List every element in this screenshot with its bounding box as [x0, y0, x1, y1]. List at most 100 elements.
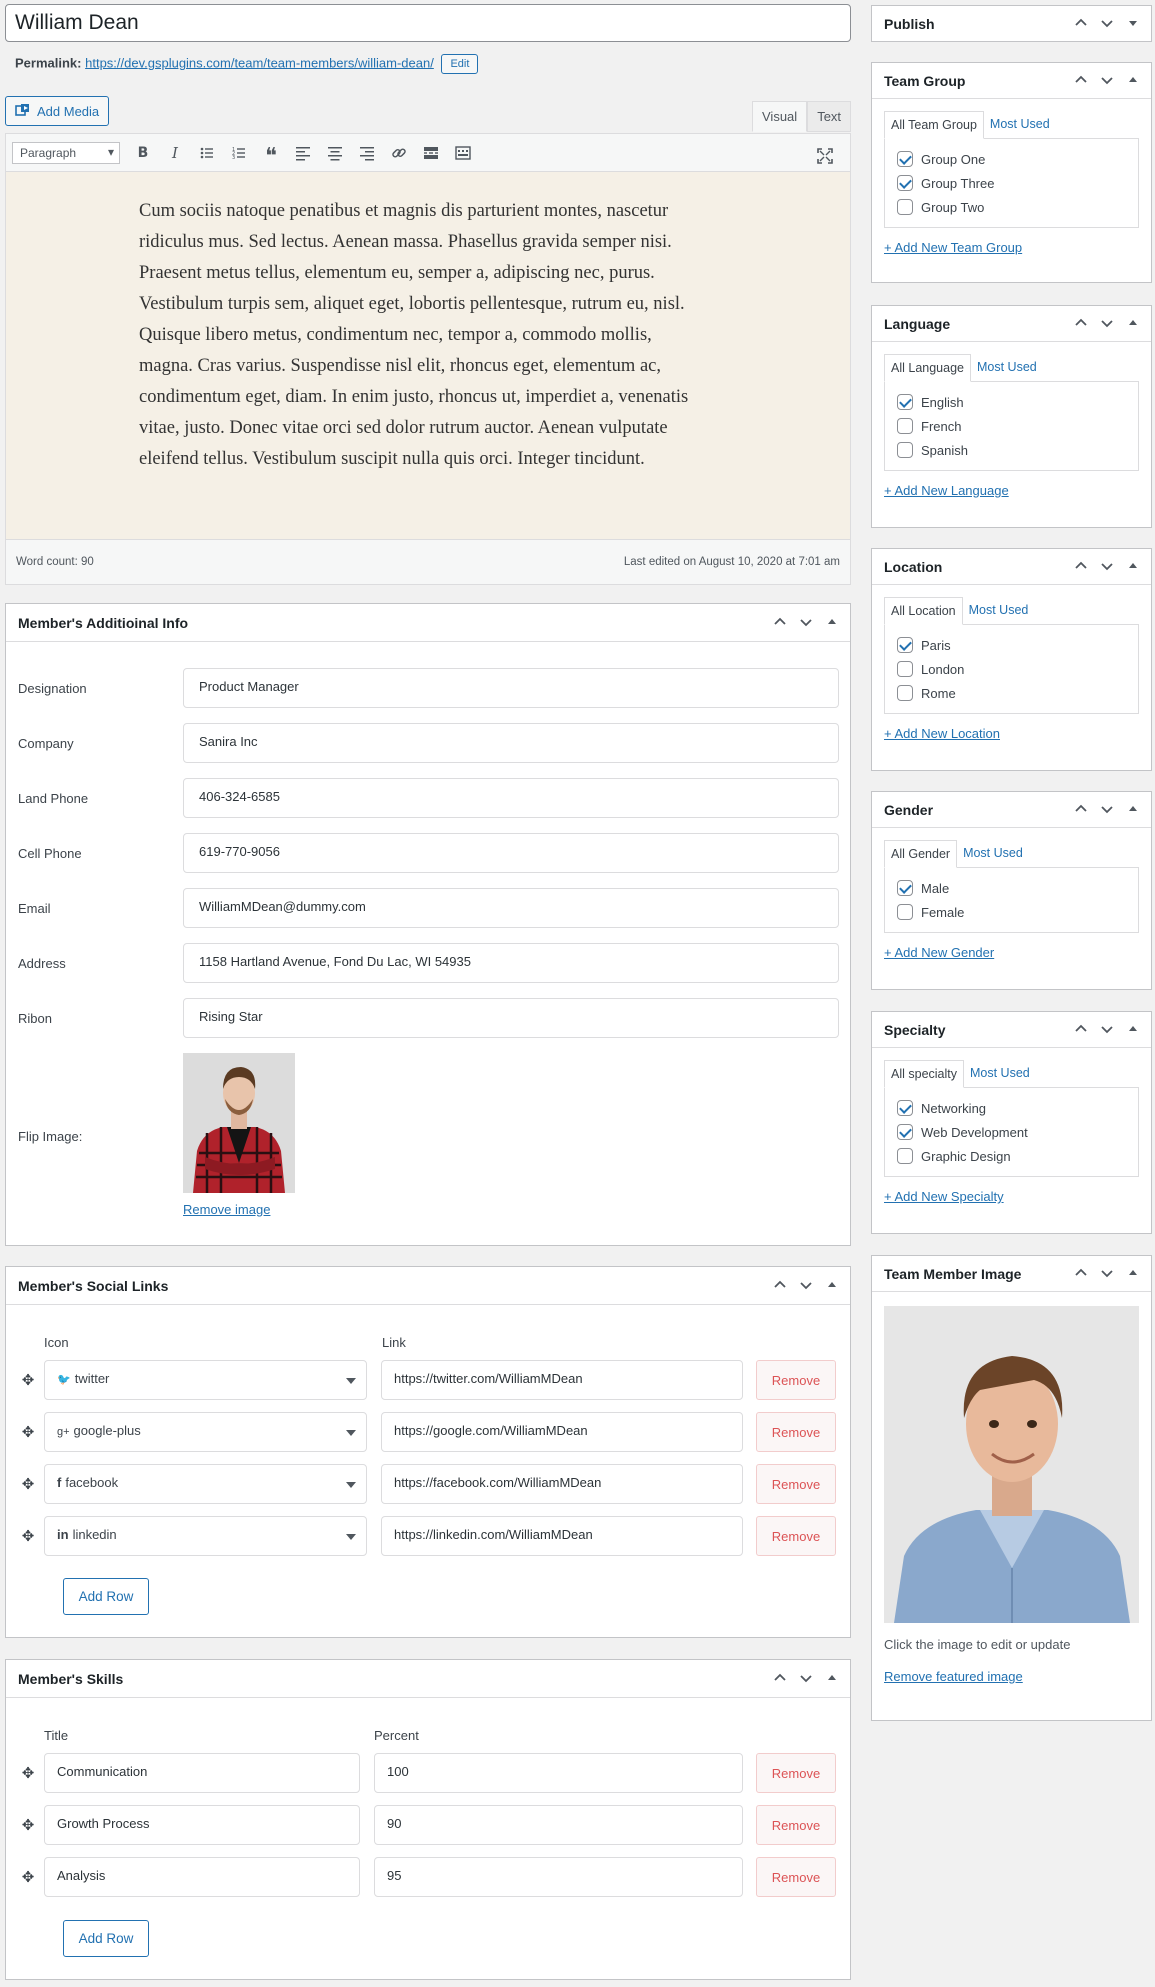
featured-image-header[interactable]: Team Member Image	[872, 1256, 1151, 1292]
ribon-input[interactable]: Rising Star	[183, 998, 839, 1038]
align-right-icon[interactable]	[352, 139, 382, 167]
expand-toggle-icon[interactable]	[1123, 13, 1143, 33]
social-icon-select[interactable]: f facebook	[44, 1464, 367, 1504]
language-header[interactable]: Language	[872, 306, 1151, 342]
add-skill-row-button[interactable]: Add Row	[63, 1920, 149, 1957]
drag-handle-icon[interactable]: ✥	[20, 1869, 36, 1886]
social-link-input[interactable]: https://linkedin.com/WilliamMDean	[381, 1516, 743, 1556]
skills-header[interactable]: Member's Skills	[6, 1660, 850, 1698]
add-social-row-button[interactable]: Add Row	[63, 1578, 149, 1615]
fullscreen-icon[interactable]	[810, 142, 840, 170]
editor-content[interactable]: Cum sociis natoque penatibus et magnis d…	[6, 172, 850, 539]
drag-handle-icon[interactable]: ✥	[20, 1528, 36, 1545]
checklist-item[interactable]: Graphic Design	[897, 1144, 1126, 1168]
designation-input[interactable]: Product Manager	[183, 668, 839, 708]
skill-title-input[interactable]: Analysis	[44, 1857, 360, 1897]
drag-handle-icon[interactable]: ✥	[20, 1817, 36, 1834]
move-up-icon[interactable]	[1071, 556, 1091, 576]
drag-handle-icon[interactable]: ✥	[20, 1424, 36, 1441]
checklist-item[interactable]: Group Two	[897, 195, 1126, 219]
move-down-icon[interactable]	[1097, 556, 1117, 576]
checklist-item[interactable]: English	[897, 390, 1126, 414]
location-header[interactable]: Location	[872, 549, 1151, 585]
move-down-icon[interactable]	[1097, 313, 1117, 333]
collapse-toggle-icon[interactable]	[1123, 1019, 1143, 1039]
collapse-toggle-icon[interactable]	[1123, 70, 1143, 90]
checklist-item[interactable]: Group One	[897, 147, 1126, 171]
drag-handle-icon[interactable]: ✥	[20, 1765, 36, 1782]
collapse-toggle-icon[interactable]	[822, 1668, 842, 1688]
remove-skill-row-button[interactable]: Remove	[756, 1805, 836, 1845]
company-input[interactable]: Sanira Inc	[183, 723, 839, 763]
checkbox[interactable]	[897, 418, 913, 434]
collapse-toggle-icon[interactable]	[1123, 799, 1143, 819]
remove-social-row-button[interactable]: Remove	[756, 1516, 836, 1556]
format-select[interactable]: Paragraph	[12, 141, 120, 164]
collapse-toggle-icon[interactable]	[1123, 313, 1143, 333]
remove-skill-row-button[interactable]: Remove	[756, 1857, 836, 1897]
checkbox[interactable]	[897, 175, 913, 191]
checklist-item[interactable]: Rome	[897, 681, 1126, 705]
checkbox[interactable]	[897, 151, 913, 167]
add-media-button[interactable]: Add Media	[5, 96, 110, 126]
remove-flip-image-link[interactable]: Remove image	[183, 1202, 270, 1217]
address-input[interactable]: 1158 Hartland Avenue, Fond Du Lac, WI 54…	[183, 943, 839, 983]
checkbox[interactable]	[897, 1148, 913, 1164]
move-up-icon[interactable]	[770, 612, 790, 632]
checkbox[interactable]	[897, 1100, 913, 1116]
tab-all-specialty[interactable]: All specialty	[884, 1060, 964, 1088]
move-up-icon[interactable]	[1071, 313, 1091, 333]
additional-info-header[interactable]: Member's Additioinal Info	[6, 604, 850, 642]
checkbox[interactable]	[897, 1124, 913, 1140]
skill-percent-input[interactable]: 90	[374, 1805, 743, 1845]
featured-image-thumbnail[interactable]	[884, 1306, 1139, 1623]
publish-header[interactable]: Publish	[872, 6, 1151, 42]
tab-all-location[interactable]: All Location	[884, 597, 963, 625]
flip-image-thumbnail[interactable]	[183, 1053, 295, 1193]
permalink-edit-button[interactable]: Edit	[441, 54, 479, 74]
collapse-toggle-icon[interactable]	[822, 612, 842, 632]
collapse-toggle-icon[interactable]	[1123, 556, 1143, 576]
move-down-icon[interactable]	[1097, 799, 1117, 819]
checklist-item[interactable]: London	[897, 657, 1126, 681]
move-up-icon[interactable]	[1071, 799, 1091, 819]
skill-title-input[interactable]: Communication	[44, 1753, 360, 1793]
move-up-icon[interactable]	[770, 1275, 790, 1295]
bulleted-list-icon[interactable]	[192, 139, 222, 167]
social-link-input[interactable]: https://google.com/WilliamMDean	[381, 1412, 743, 1452]
post-title-input[interactable]: William Dean	[5, 4, 851, 42]
checklist-item[interactable]: Male	[897, 876, 1126, 900]
move-down-icon[interactable]	[1097, 1263, 1117, 1283]
remove-featured-image-link[interactable]: Remove featured image	[884, 1669, 1023, 1684]
social-icon-select[interactable]: 🐦 twitter	[44, 1360, 367, 1400]
social-link-input[interactable]: https://facebook.com/WilliamMDean	[381, 1464, 743, 1504]
social-icon-select[interactable]: in linkedin	[44, 1516, 367, 1556]
move-down-icon[interactable]	[796, 1668, 816, 1688]
collapse-toggle-icon[interactable]	[822, 1275, 842, 1295]
move-down-icon[interactable]	[796, 1275, 816, 1295]
tab-all-gender[interactable]: All Gender	[884, 840, 958, 868]
permalink-link[interactable]: https://dev.gsplugins.com/team/team-memb…	[85, 55, 434, 70]
collapse-toggle-icon[interactable]	[1123, 1263, 1143, 1283]
checklist-item[interactable]: French	[897, 414, 1126, 438]
checklist-item[interactable]: Networking	[897, 1096, 1126, 1120]
skill-percent-input[interactable]: 95	[374, 1857, 743, 1897]
tab-all-language[interactable]: All Language	[884, 354, 971, 382]
tab-most-used[interactable]: Most Used	[957, 840, 1029, 868]
italic-icon[interactable]: I	[160, 139, 190, 167]
checkbox[interactable]	[897, 394, 913, 410]
move-up-icon[interactable]	[770, 1668, 790, 1688]
gender-header[interactable]: Gender	[872, 792, 1151, 828]
move-up-icon[interactable]	[1071, 70, 1091, 90]
toolbar-toggle-icon[interactable]	[448, 139, 478, 167]
email-input[interactable]: WilliamMDean@dummy.com	[183, 888, 839, 928]
add-new-language-link[interactable]: + Add New Language	[884, 483, 1139, 498]
remove-social-row-button[interactable]: Remove	[756, 1360, 836, 1400]
move-up-icon[interactable]	[1071, 1263, 1091, 1283]
tab-all-team-group[interactable]: All Team Group	[884, 111, 984, 139]
tab-visual[interactable]: Visual	[752, 101, 808, 132]
checklist-item[interactable]: Group Three	[897, 171, 1126, 195]
move-down-icon[interactable]	[796, 612, 816, 632]
checkbox[interactable]	[897, 442, 913, 458]
social-icon-select[interactable]: g+ google-plus	[44, 1412, 367, 1452]
